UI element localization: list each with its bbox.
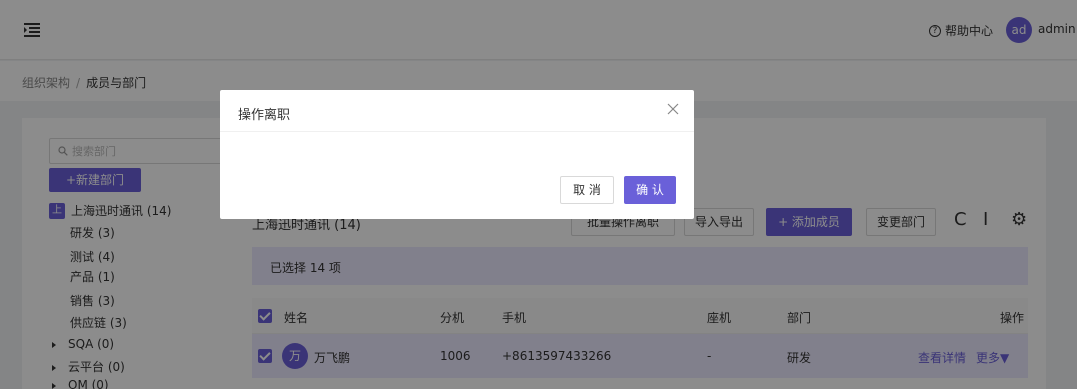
modal-title: 操作离职: [238, 108, 291, 123]
confirm-button[interactable]: 确 认: [624, 176, 676, 204]
cancel-button[interactable]: 取 消: [560, 176, 614, 204]
leave-modal: 操作离职 取 消 确 认: [220, 90, 694, 219]
modal-header: 操作离职: [220, 90, 694, 132]
close-icon[interactable]: [666, 102, 680, 116]
